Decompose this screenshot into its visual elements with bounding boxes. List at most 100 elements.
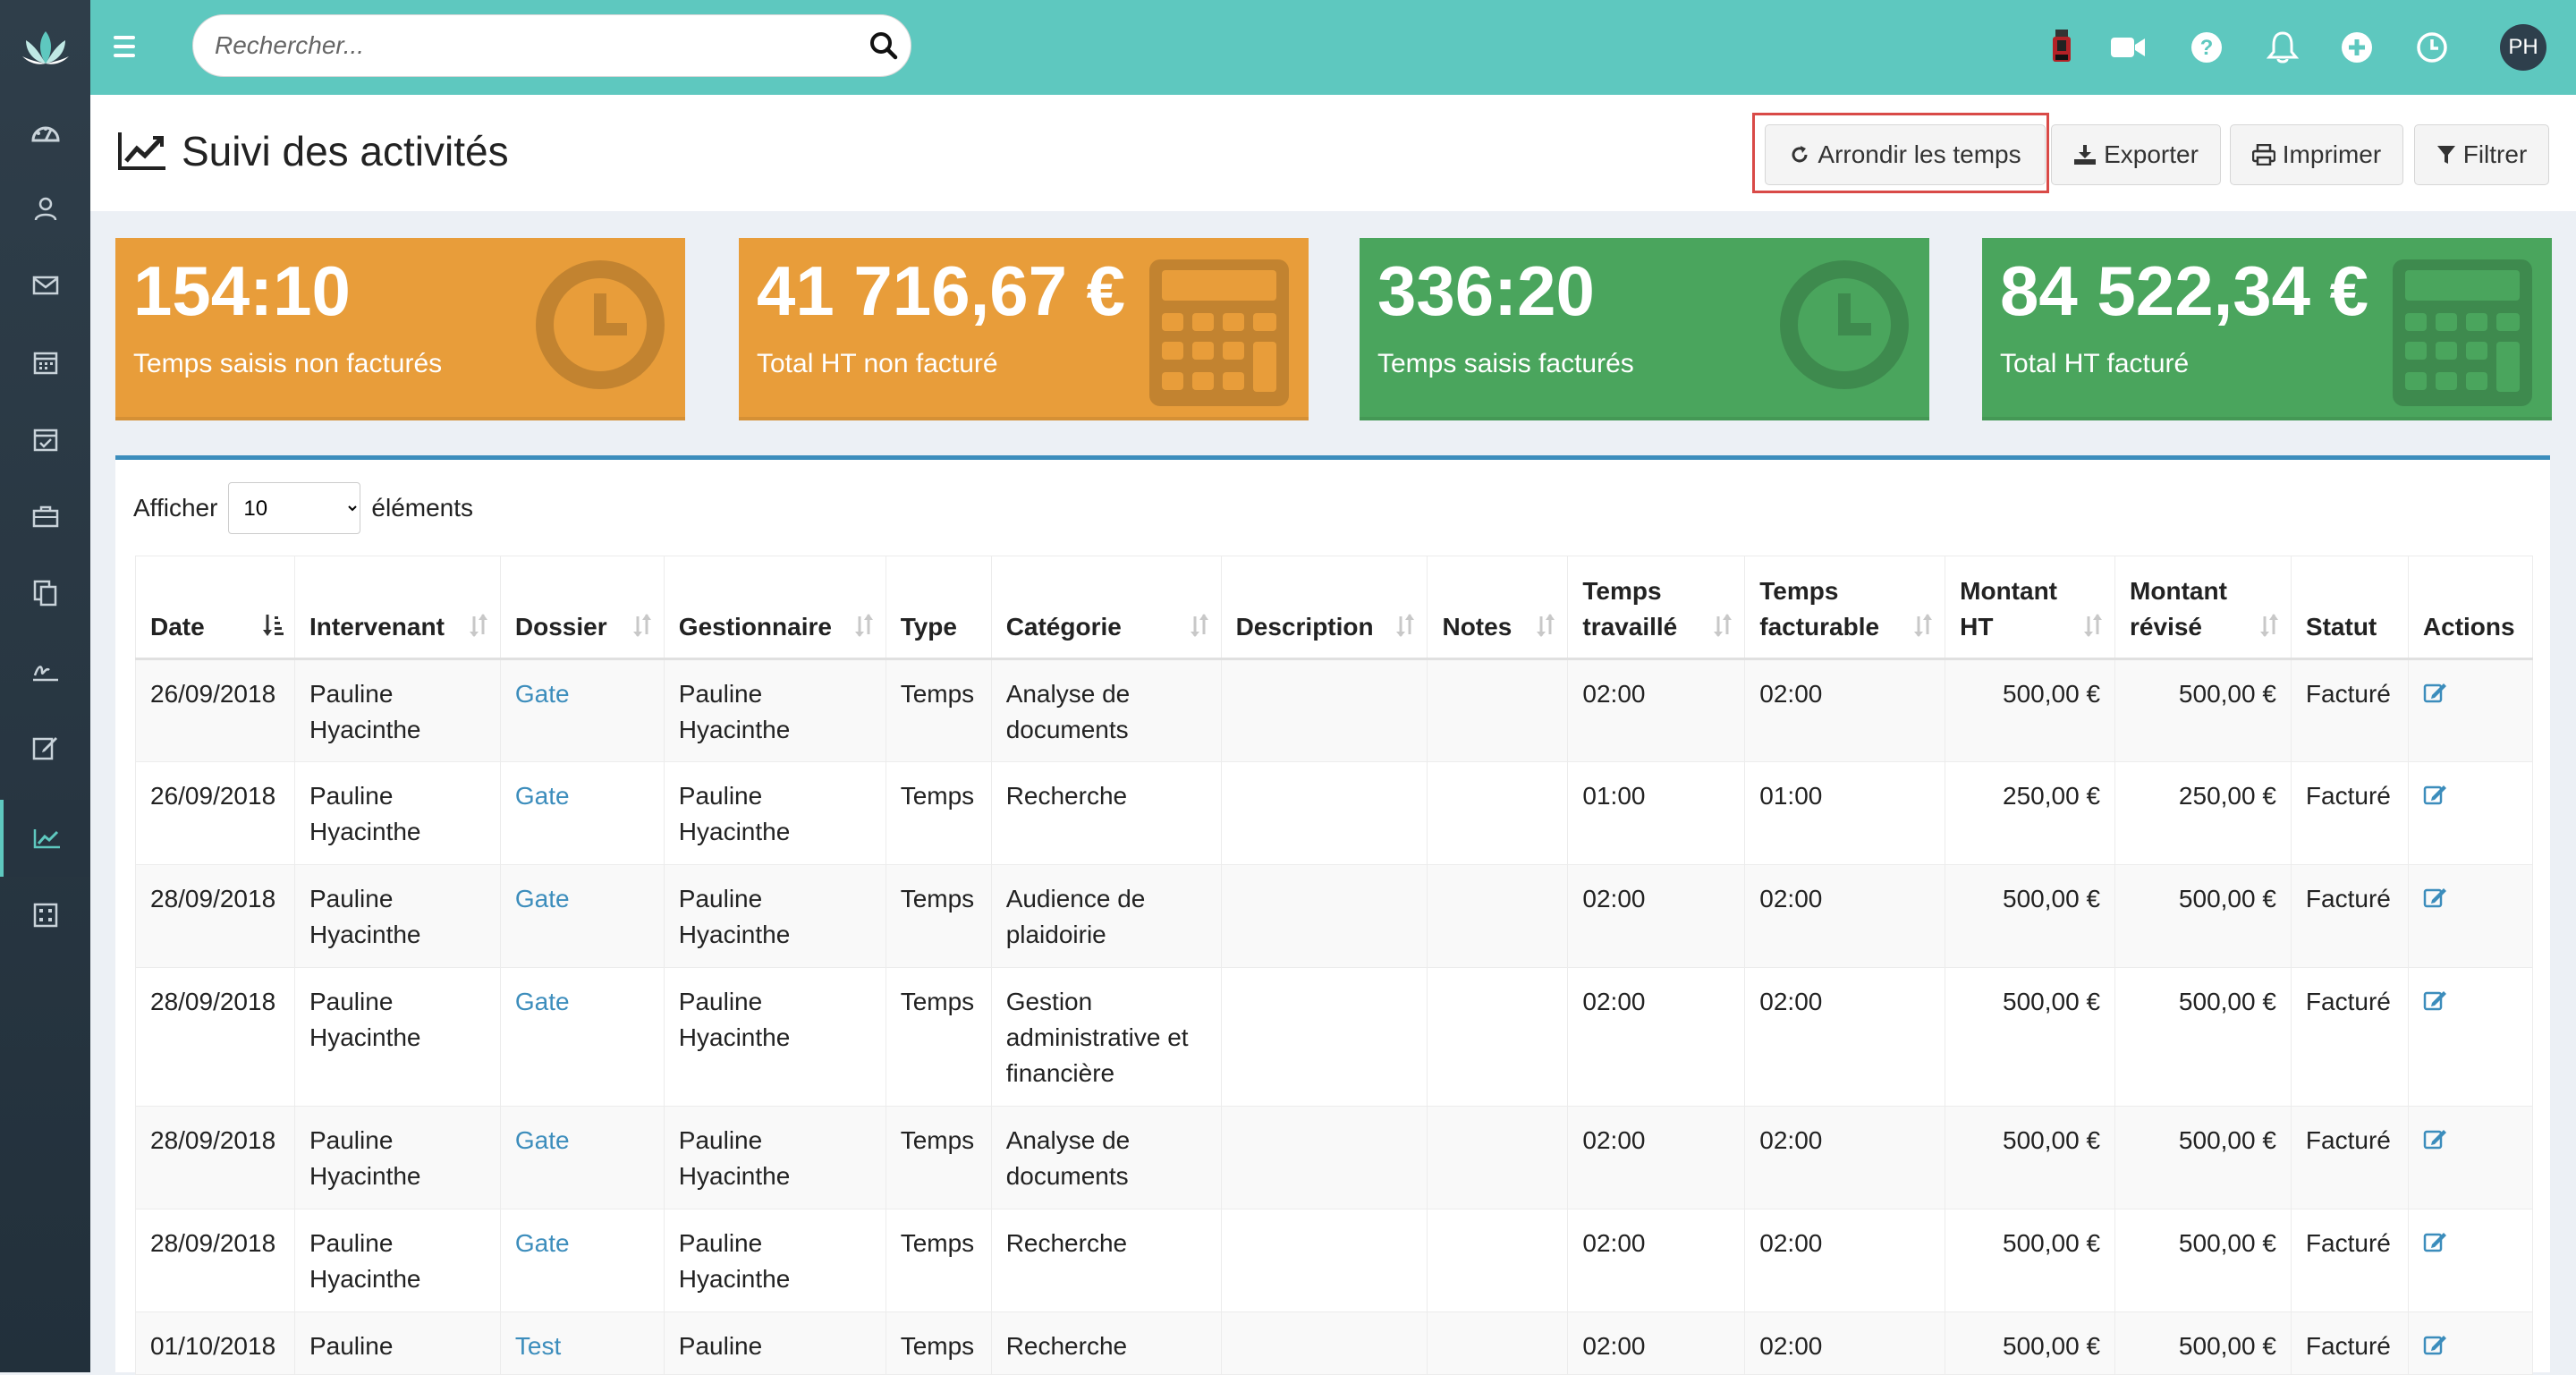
timer-button[interactable] bbox=[2411, 27, 2453, 68]
statut-cell: Facturé bbox=[2290, 864, 2409, 968]
table-row[interactable]: 28/09/2018 Pauline Hyacinthe Gate Pauline Hya… bbox=[135, 1106, 2534, 1209]
edit-icon[interactable] bbox=[2423, 988, 2448, 1011]
dashboard-gauge-icon bbox=[30, 126, 60, 142]
nav-cases[interactable] bbox=[0, 478, 90, 555]
column-header[interactable]: Dossier bbox=[499, 556, 665, 660]
dossier-cell: Gate bbox=[499, 864, 665, 968]
intervenant-line: Pauline bbox=[309, 782, 394, 810]
column-header[interactable]: Date bbox=[135, 556, 295, 660]
nav-edit[interactable] bbox=[0, 709, 90, 785]
question-circle-icon: ? bbox=[2191, 32, 2222, 63]
notifications-button[interactable] bbox=[2261, 27, 2304, 68]
nav-mail[interactable] bbox=[0, 247, 90, 324]
table-row[interactable]: 26/09/2018 Pauline Hyacinthe Gate Pauline Hya… bbox=[135, 761, 2534, 865]
montant-ht-cell: 500,00 € bbox=[1945, 658, 2116, 762]
activities-table-box: Afficher 10 éléments Date Intervenant Doss… bbox=[115, 455, 2550, 1375]
menu-toggle-button[interactable] bbox=[114, 30, 146, 63]
nav-signature[interactable] bbox=[0, 632, 90, 709]
kpi-billed-amount: 84 522,34 € Total HT facturé bbox=[1982, 238, 2552, 420]
column-header[interactable]: Montant révisé bbox=[2114, 556, 2292, 660]
categorie-cell: Recherche bbox=[990, 1311, 1222, 1375]
column-header: Actions bbox=[2407, 556, 2534, 660]
nav-dashboard[interactable] bbox=[0, 93, 90, 170]
column-header[interactable]: Notes bbox=[1427, 556, 1569, 660]
categorie-line: Audience de bbox=[1005, 885, 1146, 912]
column-header-label: facturable bbox=[1759, 613, 1880, 641]
column-header[interactable]: Gestionnaire bbox=[663, 556, 886, 660]
gestionnaire-line: Pauline bbox=[678, 885, 763, 912]
notes-cell bbox=[1427, 1209, 1569, 1312]
description-cell bbox=[1220, 761, 1428, 865]
sort-icon bbox=[1537, 614, 1555, 637]
sort-icon bbox=[2084, 614, 2103, 637]
categorie-cell: Analyse de documents bbox=[990, 658, 1222, 762]
intervenant-line: Hyacinthe bbox=[309, 921, 421, 948]
intervenant-cell: Pauline Hyacinthe bbox=[293, 967, 501, 1107]
column-header[interactable]: Description bbox=[1220, 556, 1428, 660]
nav-calculator[interactable] bbox=[0, 877, 90, 954]
montant-revise-cell: 500,00 € bbox=[2114, 864, 2292, 968]
briefcase-icon bbox=[32, 505, 58, 528]
column-header[interactable]: Intervenant bbox=[293, 556, 501, 660]
gestionnaire-cell: Pauline Hyacinthe bbox=[663, 864, 886, 968]
dossier-link[interactable]: Gate bbox=[515, 782, 570, 810]
categorie-line: Analyse de bbox=[1005, 1126, 1131, 1154]
nav-tasks[interactable] bbox=[0, 401, 90, 478]
edit-icon[interactable] bbox=[2423, 782, 2448, 805]
table-row[interactable]: 28/09/2018 Pauline Hyacinthe Gate Pauline Hya… bbox=[135, 864, 2534, 968]
table-row[interactable]: 28/09/2018 Pauline Hyacinthe Gate Pauline Hya… bbox=[135, 1209, 2534, 1312]
gestionnaire-line: Pauline bbox=[678, 680, 763, 708]
dossier-link[interactable]: Gate bbox=[515, 1229, 570, 1257]
dossier-link[interactable]: Gate bbox=[515, 988, 570, 1015]
sort-icon bbox=[1714, 614, 1733, 637]
dossier-link[interactable]: Gate bbox=[515, 1126, 570, 1154]
dossier-link[interactable]: Test bbox=[515, 1332, 561, 1360]
nav-activity-tracking[interactable] bbox=[0, 800, 90, 877]
montant-ht-cell: 500,00 € bbox=[1945, 967, 2116, 1107]
table-row[interactable]: 26/09/2018 Pauline Hyacinthe Gate Pauline Hya… bbox=[135, 658, 2534, 762]
page-title: Suivi des activités bbox=[117, 127, 509, 175]
search-icon[interactable] bbox=[868, 30, 900, 62]
user-avatar[interactable]: PH bbox=[2500, 24, 2546, 71]
add-button[interactable] bbox=[2335, 27, 2378, 68]
table-row[interactable]: 28/09/2018 Pauline Hyacinthe Gate Pauline Hya… bbox=[135, 967, 2534, 1107]
dossier-link[interactable]: Gate bbox=[515, 680, 570, 708]
calendar-icon bbox=[33, 352, 57, 375]
edit-icon[interactable] bbox=[2423, 680, 2448, 703]
intervenant-line: Pauline bbox=[309, 1126, 394, 1154]
top-navbar: ? PH bbox=[90, 0, 2576, 95]
app-logo[interactable] bbox=[0, 0, 90, 95]
table-row[interactable]: 01/10/2018 Pauline Test Pauline Temps Recherc… bbox=[135, 1311, 2534, 1375]
temps-facturable-cell: 02:00 bbox=[1744, 1106, 1946, 1209]
column-header[interactable]: Temps travaillé bbox=[1567, 556, 1746, 660]
edit-icon[interactable] bbox=[2423, 1229, 2448, 1252]
type-cell: Temps bbox=[885, 1106, 992, 1209]
notes-cell bbox=[1427, 761, 1569, 865]
export-button[interactable]: Exporter bbox=[2051, 124, 2221, 185]
gestionnaire-line: Pauline bbox=[678, 1126, 763, 1154]
edit-icon[interactable] bbox=[2423, 885, 2448, 908]
search-input[interactable] bbox=[193, 15, 855, 76]
column-header[interactable]: Catégorie bbox=[990, 556, 1222, 660]
video-call-button[interactable] bbox=[2106, 27, 2149, 68]
column-header[interactable]: Montant HT bbox=[1945, 556, 2116, 660]
dossier-link[interactable]: Gate bbox=[515, 885, 570, 912]
dossier-cell: Gate bbox=[499, 1106, 665, 1209]
line-chart-icon bbox=[118, 132, 165, 170]
user-badge-icon[interactable] bbox=[2040, 27, 2083, 68]
column-header[interactable]: Temps facturable bbox=[1744, 556, 1946, 660]
nav-calendar[interactable] bbox=[0, 324, 90, 401]
gestionnaire-cell: Pauline Hyacinthe bbox=[663, 1106, 886, 1209]
help-button[interactable]: ? bbox=[2185, 27, 2228, 68]
page-header: Suivi des activités Arrondir les temps E… bbox=[90, 95, 2576, 211]
calendar-check-icon bbox=[33, 429, 57, 452]
intervenant-cell: Pauline Hyacinthe bbox=[293, 1106, 501, 1209]
nav-documents[interactable] bbox=[0, 555, 90, 632]
nav-contacts[interactable] bbox=[0, 170, 90, 247]
edit-icon[interactable] bbox=[2423, 1126, 2448, 1150]
sort-icon bbox=[2259, 614, 2278, 637]
print-button[interactable]: Imprimer bbox=[2230, 124, 2403, 185]
filter-button[interactable]: Filtrer bbox=[2414, 124, 2549, 185]
edit-icon[interactable] bbox=[2423, 1332, 2448, 1355]
page-length-select[interactable]: 10 bbox=[228, 482, 361, 534]
